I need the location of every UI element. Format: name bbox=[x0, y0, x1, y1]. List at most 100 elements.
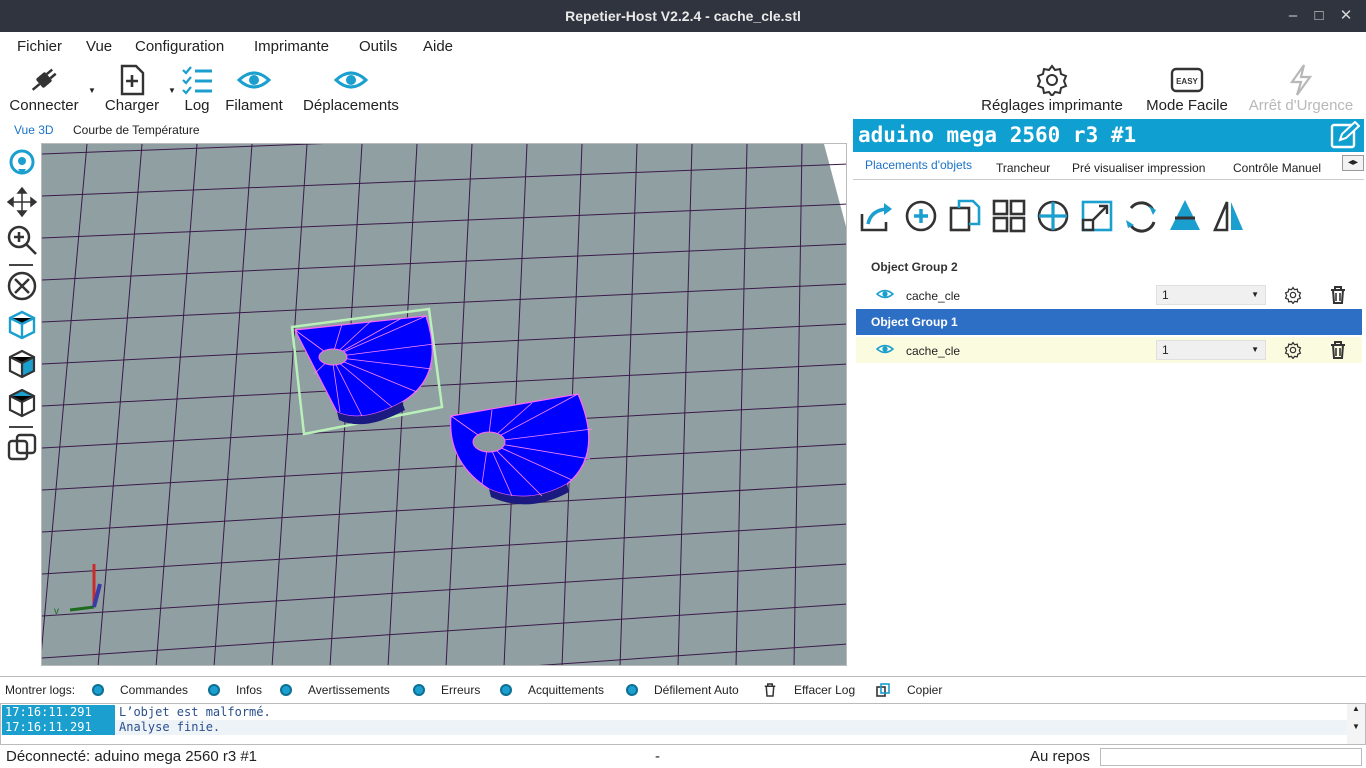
view-controls bbox=[0, 143, 41, 666]
filament-button[interactable]: Filament bbox=[222, 60, 286, 118]
tab-slicer[interactable]: Trancheur bbox=[996, 161, 1050, 175]
trash-icon[interactable] bbox=[764, 683, 776, 697]
easy-mode-button[interactable]: EASY Mode Facile bbox=[1140, 60, 1234, 118]
lightning-icon bbox=[1289, 64, 1313, 96]
moves-label: Déplacements bbox=[303, 97, 399, 114]
menu-imprimante[interactable]: Imprimante bbox=[254, 38, 329, 55]
plug-icon bbox=[31, 68, 57, 91]
edit-icon[interactable] bbox=[1330, 121, 1360, 149]
log-message: L’objet est malformé. bbox=[119, 705, 271, 719]
3d-viewport[interactable]: v bbox=[41, 143, 847, 666]
filter-commands-label[interactable]: Commandes bbox=[120, 677, 188, 703]
menu-fichier[interactable]: Fichier bbox=[17, 38, 62, 55]
gear-icon[interactable] bbox=[1284, 341, 1302, 359]
parallel-icon[interactable] bbox=[6, 432, 38, 464]
autoplace-icon[interactable] bbox=[991, 196, 1027, 236]
cut-icon[interactable] bbox=[1167, 196, 1203, 236]
add-object-icon[interactable] bbox=[903, 196, 939, 236]
minimize-button[interactable]: – bbox=[1282, 0, 1304, 32]
right-panel-tabs: Placements d'objets Trancheur Pré visual… bbox=[853, 152, 1364, 180]
connect-dropdown-icon[interactable]: ▼ bbox=[88, 86, 96, 95]
trash-icon[interactable] bbox=[1330, 341, 1346, 359]
status-separator: - bbox=[655, 748, 660, 765]
moves-button[interactable]: Déplacements bbox=[298, 60, 404, 118]
log-label: Log bbox=[184, 97, 210, 114]
top-view-icon[interactable] bbox=[6, 387, 38, 419]
file-add-icon bbox=[120, 64, 145, 96]
autoscroll-toggle[interactable] bbox=[626, 684, 638, 696]
repetier-host-window: Repetier-Host V2.2.4 - cache_cle.stl – □… bbox=[0, 0, 1366, 768]
copy-icon[interactable] bbox=[947, 196, 983, 236]
connect-label: Connecter bbox=[9, 97, 79, 114]
filter-infos-toggle[interactable] bbox=[208, 684, 220, 696]
log-list[interactable]: 17:16:11.291 L’objet est malformé. 17:16… bbox=[0, 703, 1366, 745]
gear-icon[interactable] bbox=[1284, 286, 1302, 304]
tab-object-placement[interactable]: Placements d'objets bbox=[865, 158, 972, 172]
trash-icon[interactable] bbox=[1330, 286, 1346, 304]
scale-icon[interactable] bbox=[1079, 196, 1115, 236]
mirror-icon[interactable] bbox=[1211, 196, 1247, 236]
filter-infos-label[interactable]: Infos bbox=[236, 677, 262, 703]
checklist-icon bbox=[182, 66, 212, 95]
tab-manual-control[interactable]: Contrôle Manuel bbox=[1233, 161, 1321, 175]
menu-outils[interactable]: Outils bbox=[359, 38, 397, 55]
load-dropdown-icon[interactable]: ▼ bbox=[168, 86, 176, 95]
maximize-button[interactable]: □ bbox=[1308, 0, 1330, 32]
quantity-select[interactable]: 1 ▼ bbox=[1156, 285, 1266, 305]
toolbar-separator bbox=[9, 264, 33, 266]
svg-text:v: v bbox=[54, 606, 59, 617]
filter-warnings-label[interactable]: Avertissements bbox=[308, 677, 390, 703]
log-scrollbar[interactable]: ▲ ▼ bbox=[1347, 704, 1365, 744]
filament-label: Filament bbox=[225, 97, 283, 114]
iso-view-icon[interactable] bbox=[6, 309, 38, 341]
emergency-stop-button[interactable]: Arrêt d'Urgence bbox=[1240, 60, 1362, 118]
autoscroll-label[interactable]: Défilement Auto bbox=[654, 677, 739, 703]
object-row[interactable]: cache_cle 1 ▼ bbox=[856, 282, 1362, 308]
filter-acks-label[interactable]: Acquittements bbox=[528, 677, 604, 703]
move-icon[interactable] bbox=[6, 186, 38, 218]
filter-errors-label[interactable]: Erreurs bbox=[441, 677, 480, 703]
export-icon[interactable] bbox=[859, 196, 895, 236]
rotate-object-icon[interactable] bbox=[1123, 196, 1159, 236]
eye-icon[interactable] bbox=[876, 287, 894, 301]
load-button[interactable]: Charger bbox=[100, 60, 164, 118]
menu-bar: Fichier Vue Configuration Imprimante Out… bbox=[0, 32, 1366, 60]
tab-scroll-arrows[interactable]: ◂▸ bbox=[1342, 155, 1364, 171]
eye-icon[interactable] bbox=[876, 342, 894, 356]
object-name: cache_cle bbox=[906, 289, 961, 303]
close-button[interactable]: ✕ bbox=[1335, 0, 1357, 32]
zoom-icon[interactable] bbox=[6, 224, 38, 256]
log-button[interactable]: Log bbox=[178, 60, 216, 118]
emergency-stop-label: Arrêt d'Urgence bbox=[1248, 97, 1354, 114]
object-group-header[interactable]: Object Group 2 bbox=[856, 254, 1362, 280]
quantity-value: 1 bbox=[1162, 288, 1169, 302]
menu-configuration[interactable]: Configuration bbox=[135, 38, 224, 55]
copy-icon[interactable] bbox=[876, 683, 890, 697]
progress-box bbox=[1100, 748, 1362, 766]
copy-log-button[interactable]: Copier bbox=[907, 677, 942, 703]
menu-vue[interactable]: Vue bbox=[86, 38, 112, 55]
rotate-icon[interactable] bbox=[6, 147, 38, 179]
filter-warnings-toggle[interactable] bbox=[280, 684, 292, 696]
fit-icon[interactable] bbox=[6, 270, 38, 302]
connect-button[interactable]: Connecter bbox=[4, 60, 84, 118]
front-view-icon[interactable] bbox=[6, 348, 38, 380]
log-show-label: Montrer logs: bbox=[5, 683, 76, 697]
menu-aide[interactable]: Aide bbox=[423, 38, 453, 55]
printer-settings-button[interactable]: Réglages imprimante bbox=[972, 60, 1132, 118]
printer-name: aduino mega 2560 r3 #1 bbox=[858, 123, 1137, 147]
easy-mode-label: Mode Facile bbox=[1146, 97, 1228, 114]
center-icon[interactable] bbox=[1035, 196, 1071, 236]
view-tabs: Vue 3D Courbe de Température bbox=[0, 119, 850, 143]
object-group-header-selected[interactable]: Object Group 1 bbox=[856, 309, 1362, 335]
clear-log-button[interactable]: Effacer Log bbox=[794, 677, 855, 703]
filter-errors-toggle[interactable] bbox=[413, 684, 425, 696]
quantity-select[interactable]: 1 ▼ bbox=[1156, 340, 1266, 360]
object-row-selected[interactable]: cache_cle 1 ▼ bbox=[856, 337, 1362, 363]
3d-scene[interactable]: v bbox=[42, 144, 847, 666]
filter-commands-toggle[interactable] bbox=[92, 684, 104, 696]
tab-print-preview[interactable]: Pré visualiser impression bbox=[1072, 161, 1205, 175]
tab-3d-view[interactable]: Vue 3D bbox=[14, 123, 54, 137]
filter-acks-toggle[interactable] bbox=[500, 684, 512, 696]
tab-temperature-curve[interactable]: Courbe de Température bbox=[73, 123, 200, 137]
